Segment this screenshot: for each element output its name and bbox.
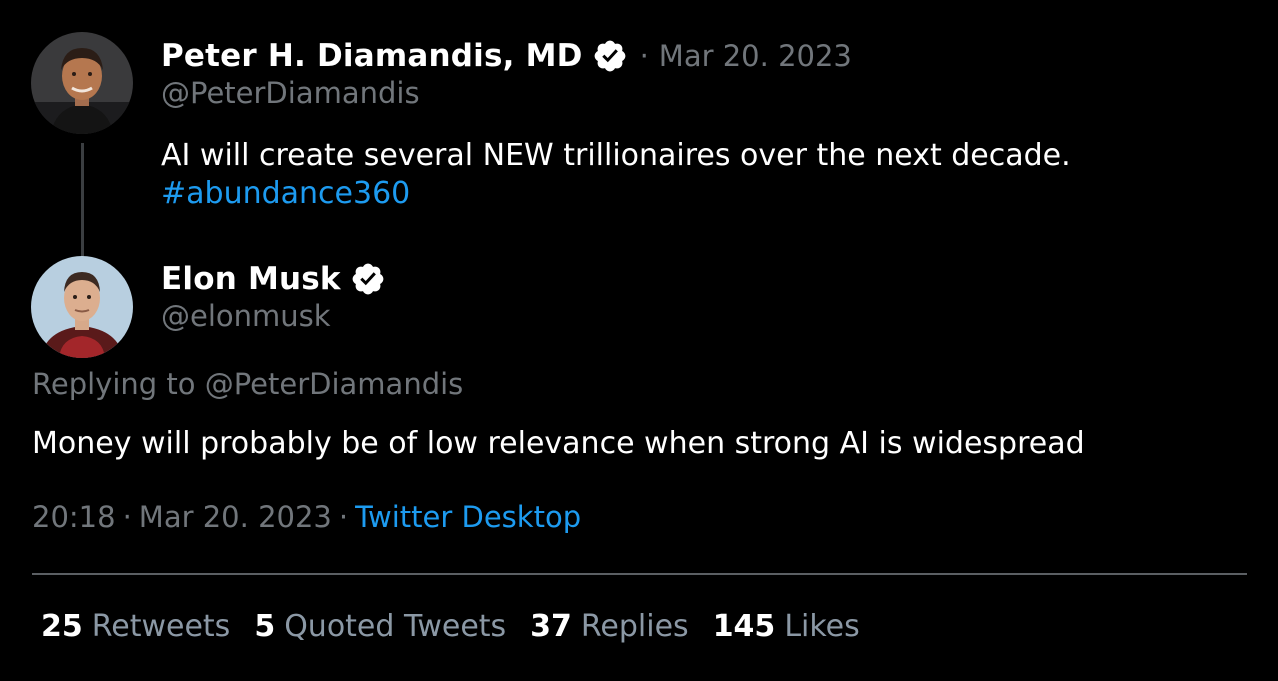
- tweet-meta: 20:18 · Mar 20. 2023 · Twitter Desktop: [32, 500, 581, 534]
- original-tweet-body: AI will create several NEW trillionaires…: [161, 137, 1071, 213]
- stat-retweets[interactable]: 25 Retweets: [41, 609, 230, 644]
- meta-separator: ·: [122, 500, 132, 534]
- avatar-elon-musk[interactable]: [31, 256, 133, 358]
- stat-count: 37: [530, 609, 572, 644]
- tweet-source-link[interactable]: Twitter Desktop: [355, 500, 581, 534]
- original-tweet-header: Peter H. Diamandis, MD · Mar 20. 2023: [161, 33, 852, 79]
- divider: [32, 573, 1247, 575]
- thread-connector-line: [81, 143, 84, 257]
- stat-count: 5: [254, 609, 276, 644]
- stat-label: Retweets: [91, 609, 231, 644]
- replying-to-label[interactable]: Replying to @PeterDiamandis: [32, 367, 463, 401]
- stat-label: Likes: [784, 609, 860, 644]
- tweet-date[interactable]: Mar 20. 2023: [139, 500, 332, 534]
- reply-tweet-header: Elon Musk: [161, 256, 386, 302]
- avatar-peter-diamandis[interactable]: [31, 32, 133, 134]
- verified-badge-icon: [350, 261, 386, 297]
- author-handle[interactable]: @PeterDiamandis: [161, 76, 420, 110]
- reply-tweet-text: Money will probably be of low relevance …: [32, 426, 1085, 461]
- verified-badge-icon: [592, 38, 628, 74]
- tweet-date[interactable]: Mar 20. 2023: [659, 39, 852, 73]
- stat-label: Replies: [580, 609, 689, 644]
- stat-quoted-tweets[interactable]: 5 Quoted Tweets: [254, 609, 506, 644]
- stat-replies[interactable]: 37 Replies: [530, 609, 689, 644]
- stat-likes[interactable]: 145 Likes: [713, 609, 860, 644]
- meta-separator: ·: [639, 39, 649, 73]
- hashtag-link[interactable]: #abundance360: [161, 175, 1071, 213]
- author-handle[interactable]: @elonmusk: [161, 299, 331, 333]
- tweet-text: AI will create several NEW trillionaires…: [161, 138, 1071, 173]
- tweet-stats: 25 Retweets 5 Quoted Tweets 37 Replies 145 L…: [41, 609, 884, 644]
- author-display-name[interactable]: Elon Musk: [161, 261, 341, 297]
- stat-count: 25: [41, 609, 83, 644]
- tweet-time[interactable]: 20:18: [32, 500, 116, 534]
- author-display-name[interactable]: Peter H. Diamandis, MD: [161, 38, 583, 74]
- meta-separator: ·: [338, 500, 349, 534]
- stat-label: Quoted Tweets: [284, 609, 507, 644]
- stat-count: 145: [712, 609, 776, 644]
